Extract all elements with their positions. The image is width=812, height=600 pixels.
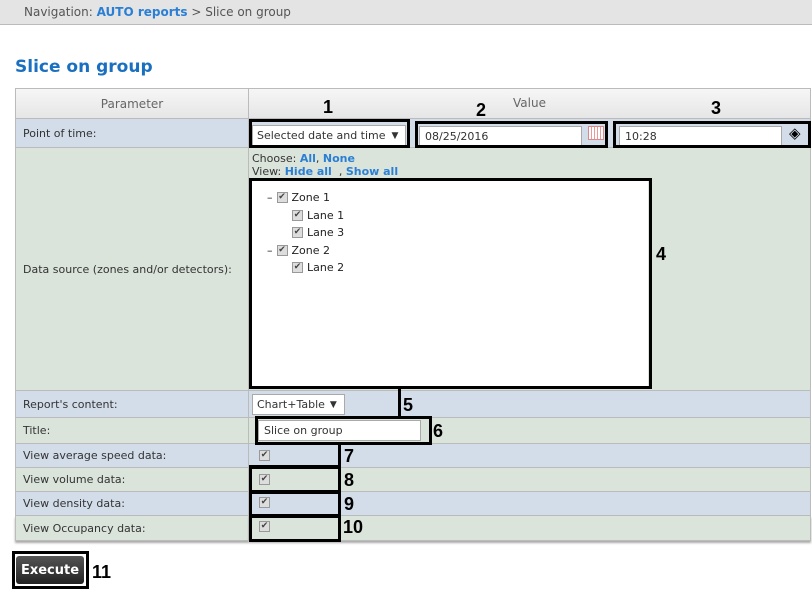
label-title: Title: — [15, 418, 249, 444]
callout-box — [249, 515, 341, 542]
callout-number: 2 — [476, 100, 487, 120]
callout-number: 11 — [92, 562, 112, 582]
breadcrumb-separator: > — [191, 5, 202, 19]
breadcrumb-current: Slice on group — [205, 5, 291, 19]
callout-box — [249, 444, 341, 468]
header-value: Value — [249, 88, 811, 119]
label-density: View density data: — [15, 492, 249, 516]
page-title: Slice on group — [15, 57, 153, 77]
choose-links: Choose: All, None View: Hide all , Show … — [252, 152, 398, 178]
callout-box — [249, 178, 652, 389]
callout-box — [249, 386, 401, 418]
breadcrumb-link-auto-reports[interactable]: AUTO reports — [97, 5, 188, 19]
callout-box — [249, 466, 341, 493]
callout-box — [12, 551, 89, 589]
label-point-of-time: Point of time: — [15, 119, 249, 148]
callout-number: 10 — [343, 517, 364, 537]
label-report-content: Report's content: — [15, 391, 249, 418]
show-all-link[interactable]: Show all — [346, 165, 398, 178]
choose-label: Choose: — [252, 152, 297, 165]
callout-number: 9 — [344, 494, 355, 514]
callout-number: 5 — [403, 395, 414, 415]
view-label: View: — [252, 165, 282, 178]
hide-all-link[interactable]: Hide all — [285, 165, 332, 178]
callout-number: 8 — [344, 470, 355, 490]
callout-box — [415, 121, 608, 148]
breadcrumb: Navigation: AUTO reports > Slice on grou… — [0, 0, 812, 25]
choose-none-link[interactable]: None — [323, 152, 355, 165]
comma: , — [338, 165, 343, 178]
label-volume: View volume data: — [15, 468, 249, 492]
callout-box — [249, 491, 341, 517]
callout-number: 4 — [656, 244, 667, 264]
callout-box — [255, 416, 432, 445]
header-parameter: Parameter — [15, 88, 249, 119]
choose-all-link[interactable]: All — [300, 152, 316, 165]
label-occupancy: View Occupancy data: — [15, 516, 249, 541]
callout-box — [613, 121, 811, 148]
callout-number: 7 — [344, 446, 355, 466]
comma: , — [315, 152, 320, 165]
callout-number: 1 — [323, 97, 334, 117]
breadcrumb-prefix: Navigation: — [24, 5, 93, 19]
callout-number: 3 — [711, 98, 722, 118]
label-data-source: Data source (zones and/or detectors): — [15, 148, 249, 391]
callout-number: 6 — [433, 421, 444, 441]
callout-box — [249, 119, 410, 148]
label-avg-speed: View average speed data: — [15, 444, 249, 468]
